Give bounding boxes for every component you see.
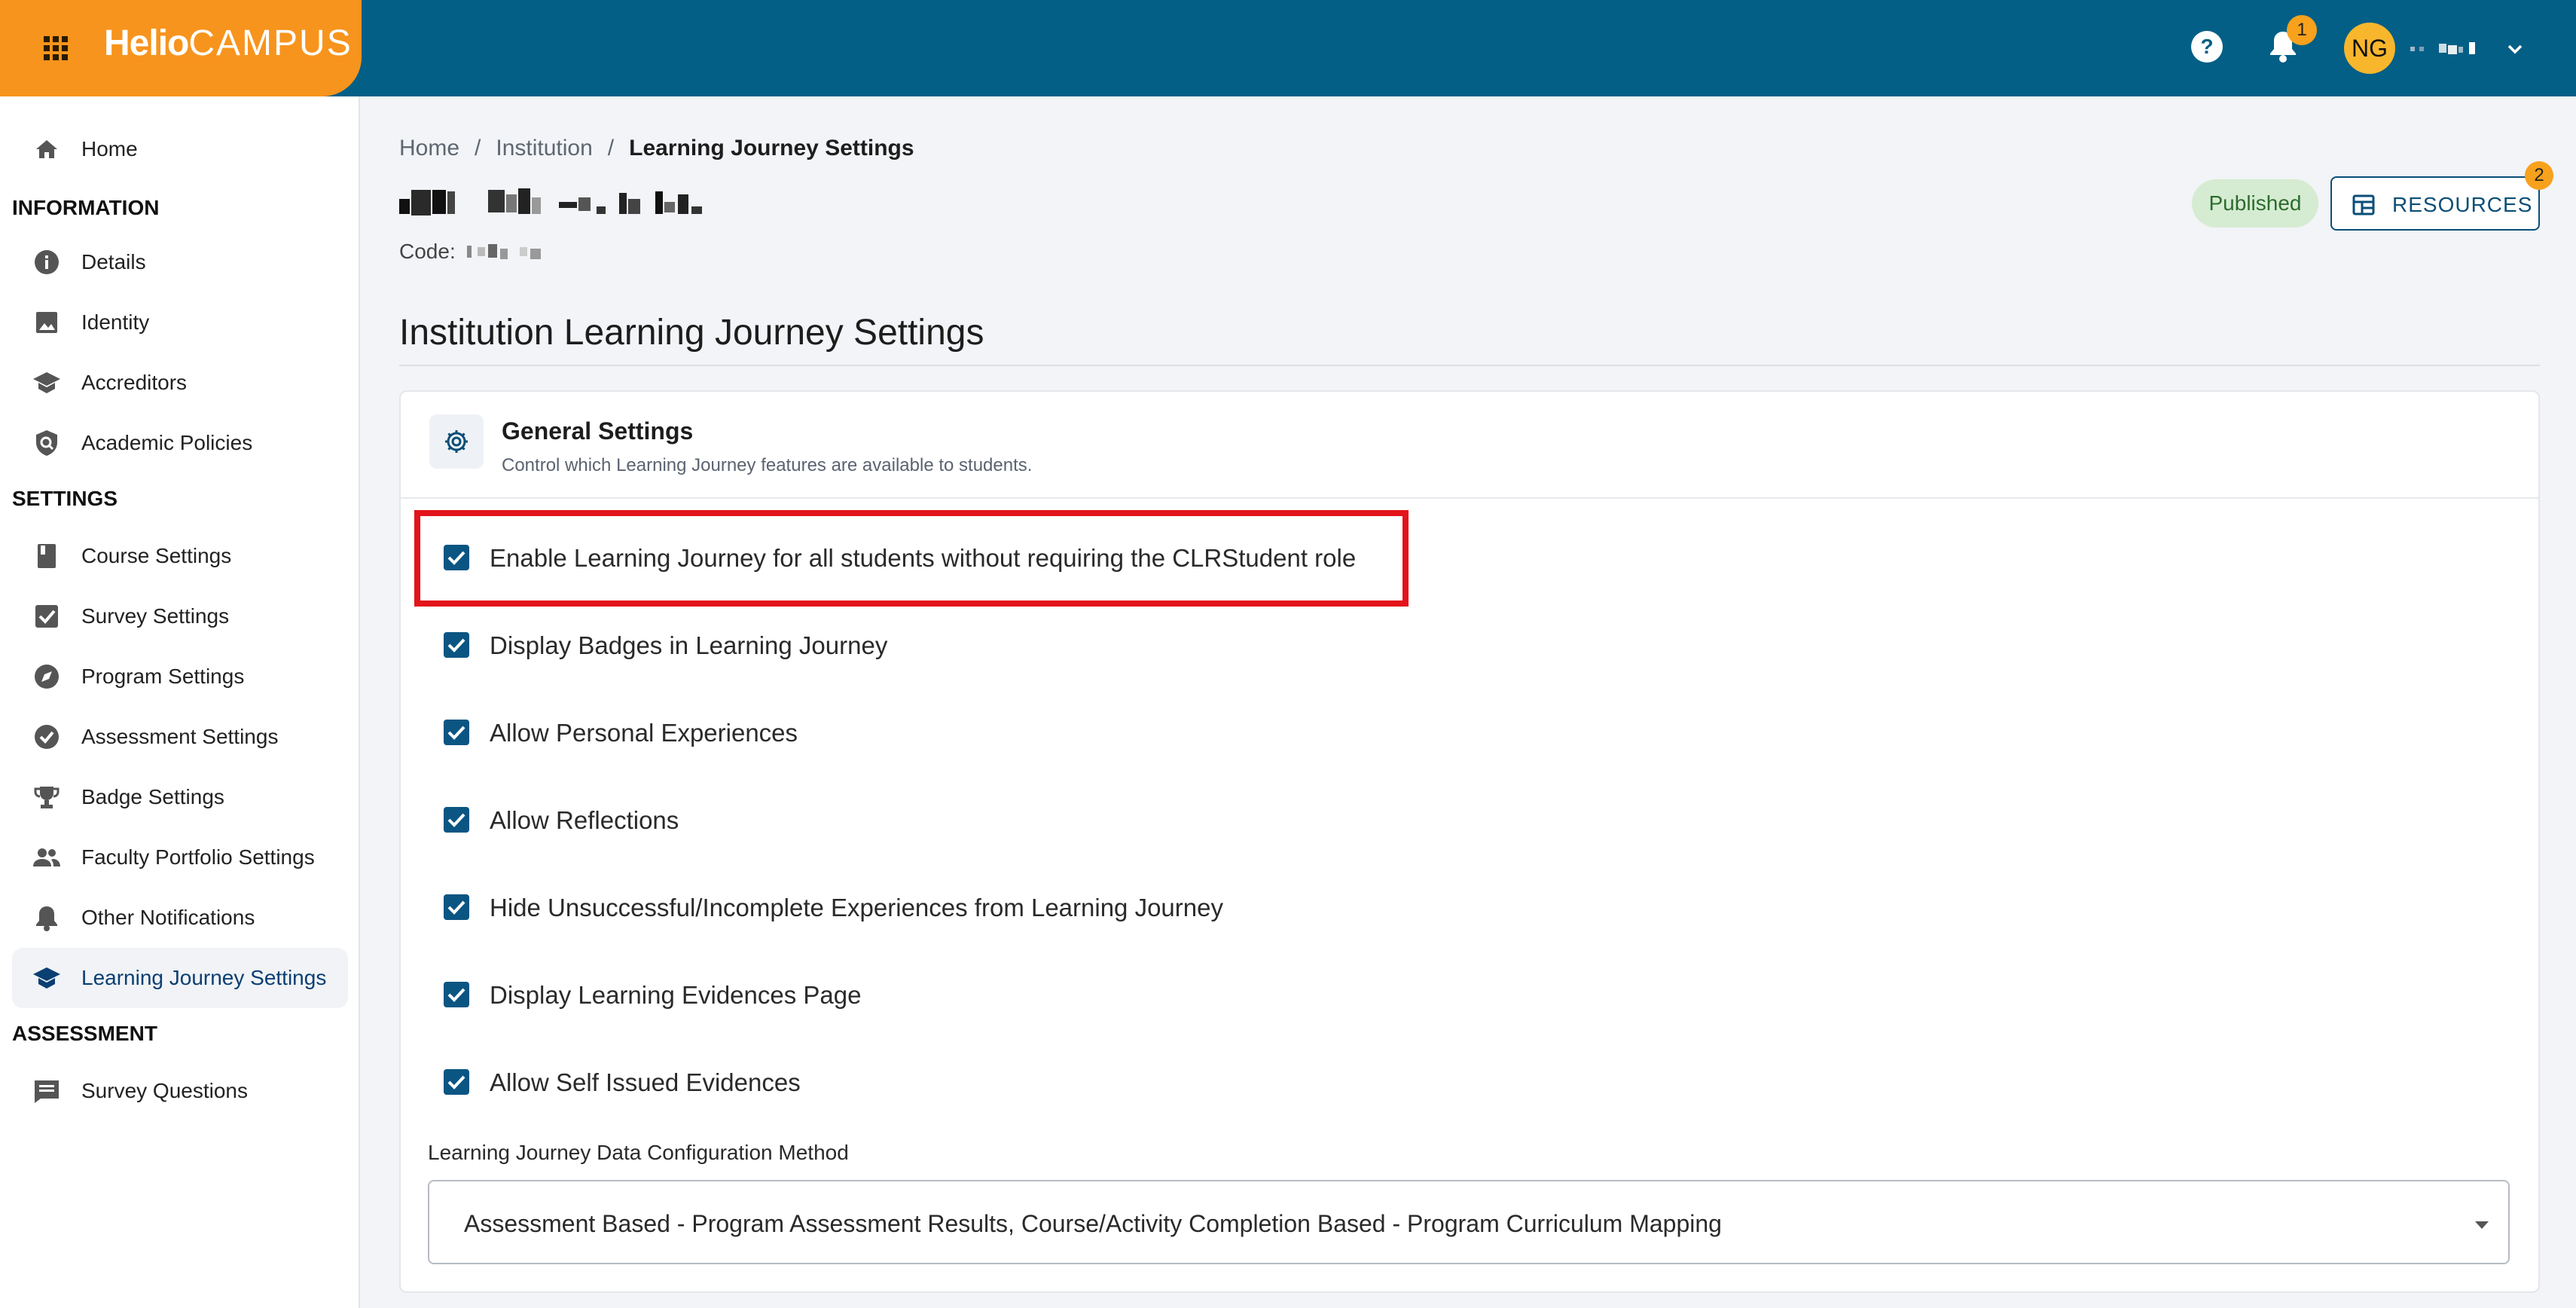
breadcrumb-institution-link[interactable]: Institution <box>496 136 592 161</box>
svg-text:?: ? <box>2200 35 2213 58</box>
redacted-institution-name <box>399 188 702 215</box>
config-method-value: Assessment Based - Program Assessment Re… <box>464 1210 1722 1237</box>
bell-icon <box>36 906 57 931</box>
option-label: Hide Unsuccessful/Incomplete Experiences… <box>490 894 1223 921</box>
checkbox-checked-icon[interactable] <box>443 981 470 1008</box>
sidebar-item-label: Other Notifications <box>81 906 255 929</box>
section-heading-assessment: ASSESSMENT <box>12 1022 157 1045</box>
helio-campus-logo[interactable]: HelioCAMPUS <box>104 23 353 64</box>
sidebar-item-label: Survey Settings <box>81 604 230 628</box>
breadcrumb-separator: / <box>607 136 615 160</box>
home-icon <box>36 140 57 158</box>
compass-icon <box>35 665 59 689</box>
user-avatar[interactable]: NG <box>2344 23 2395 74</box>
config-method-label: Learning Journey Data Configuration Meth… <box>428 1141 849 1164</box>
sidebar-item-home[interactable]: Home <box>12 119 348 179</box>
image-icon <box>36 312 57 333</box>
code-label: Code: <box>399 240 456 263</box>
sidebar-item-label: Home <box>81 137 138 160</box>
page-title: Institution Learning Journey Settings <box>399 313 984 353</box>
gear-icon <box>445 430 468 453</box>
dropdown-caret-icon[interactable] <box>2472 1215 2492 1234</box>
sidebar-item-label: Course Settings <box>81 544 232 567</box>
apps-grid-icon[interactable] <box>42 35 69 62</box>
sidebar-item-academic-policies[interactable]: Academic Policies <box>12 413 348 473</box>
sidebar-item-label: Badge Settings <box>81 785 224 808</box>
school-icon <box>33 967 60 989</box>
checkbox-checked-icon[interactable] <box>443 1068 470 1096</box>
sidebar-item-label: Identity <box>81 310 150 334</box>
help-icon[interactable]: ? <box>2189 29 2225 65</box>
section-heading-settings: SETTINGS <box>12 487 118 510</box>
chevron-down-icon[interactable] <box>2504 38 2526 60</box>
sidebar-item-label: Accreditors <box>81 371 188 394</box>
sidebar-item-other-notifications[interactable]: Other Notifications <box>12 888 348 948</box>
breadcrumb: Home / Institution / Learning Journey Se… <box>399 136 914 161</box>
sidebar-item-label: Assessment Settings <box>81 725 279 748</box>
resources-count-badge: 2 <box>2525 161 2553 190</box>
info-icon <box>35 250 59 274</box>
breadcrumb-current: Learning Journey Settings <box>629 136 914 160</box>
resources-button[interactable]: RESOURCES <box>2330 176 2540 231</box>
breadcrumb-separator: / <box>475 136 481 160</box>
checkbox-checked-icon[interactable] <box>443 806 470 833</box>
sidebar-item-details[interactable]: Details <box>12 232 348 292</box>
sidebar-item-survey-questions[interactable]: Survey Questions <box>12 1061 348 1121</box>
breadcrumb-home-link[interactable]: Home <box>399 136 459 161</box>
redacted-code-value <box>467 244 541 259</box>
sidebar-item-label: Program Settings <box>81 665 245 688</box>
option-label: Allow Self Issued Evidences <box>490 1068 801 1096</box>
sidebar-item-course-settings[interactable]: Course Settings <box>12 526 348 586</box>
trophy-icon <box>34 787 60 808</box>
redacted-user-name <box>2410 42 2475 54</box>
sidebar-item-assessment-settings[interactable]: Assessment Settings <box>12 707 348 767</box>
checkbox-checked-icon[interactable] <box>443 719 470 746</box>
book-icon <box>38 544 56 568</box>
notification-count-badge: 1 <box>2287 15 2317 45</box>
sidebar-item-label: Faculty Portfolio Settings <box>81 845 315 869</box>
checkbox-icon <box>35 605 58 628</box>
checkbox-checked-icon[interactable] <box>443 631 470 659</box>
checkbox-checked-icon[interactable] <box>443 894 470 921</box>
sidebar-item-label: Academic Policies <box>81 431 253 454</box>
sidebar-item-badge-settings[interactable]: Badge Settings <box>12 767 348 827</box>
sidebar-item-survey-settings[interactable]: Survey Settings <box>12 586 348 646</box>
config-method-select[interactable]: Assessment Based - Program Assessment Re… <box>428 1180 2510 1264</box>
divider <box>399 365 2540 366</box>
comment-icon <box>35 1080 59 1103</box>
resources-button-label: RESOURCES <box>2392 193 2533 216</box>
sidebar-item-faculty-portfolio-settings[interactable]: Faculty Portfolio Settings <box>12 827 348 888</box>
card-header: General Settings Control which Learning … <box>401 392 2538 499</box>
logo-secondary: CAMPUS <box>188 23 353 63</box>
sidebar-item-label: Details <box>81 250 146 274</box>
sidebar-item-program-settings[interactable]: Program Settings <box>12 646 348 707</box>
sidebar-item-learning-journey-settings[interactable]: Learning Journey Settings <box>12 948 348 1008</box>
brand-area: HelioCAMPUS <box>0 0 362 96</box>
check-circle-icon <box>35 725 59 749</box>
gear-icon-container <box>429 414 484 469</box>
option-label: Allow Reflections <box>490 806 679 834</box>
option-label: Display Learning Evidences Page <box>490 981 862 1009</box>
card-title: General Settings <box>502 417 694 445</box>
section-heading-information: INFORMATION <box>12 196 160 219</box>
sidebar-item-accreditors[interactable]: Accreditors <box>12 353 348 413</box>
highlight-annotation-box <box>414 510 1409 607</box>
logo-primary: Helio <box>104 23 189 63</box>
sidebar-item-label: Learning Journey Settings <box>81 966 327 989</box>
sidebar-nav: Home INFORMATION Details Identity Accred… <box>0 96 360 1308</box>
option-label: Display Badges in Learning Journey <box>490 631 888 659</box>
sidebar-item-identity[interactable]: Identity <box>12 292 348 353</box>
school-icon <box>33 372 60 393</box>
people-icon <box>33 848 60 866</box>
status-badge: Published <box>2192 179 2318 228</box>
card-subtitle: Control which Learning Journey features … <box>502 455 1033 475</box>
top-app-bar: HelioCAMPUS ? 1 NG <box>0 0 2576 96</box>
dashboard-icon <box>2352 194 2375 215</box>
sidebar-item-label: Survey Questions <box>81 1079 248 1102</box>
option-label: Allow Personal Experiences <box>490 719 798 747</box>
policy-icon <box>36 430 57 456</box>
